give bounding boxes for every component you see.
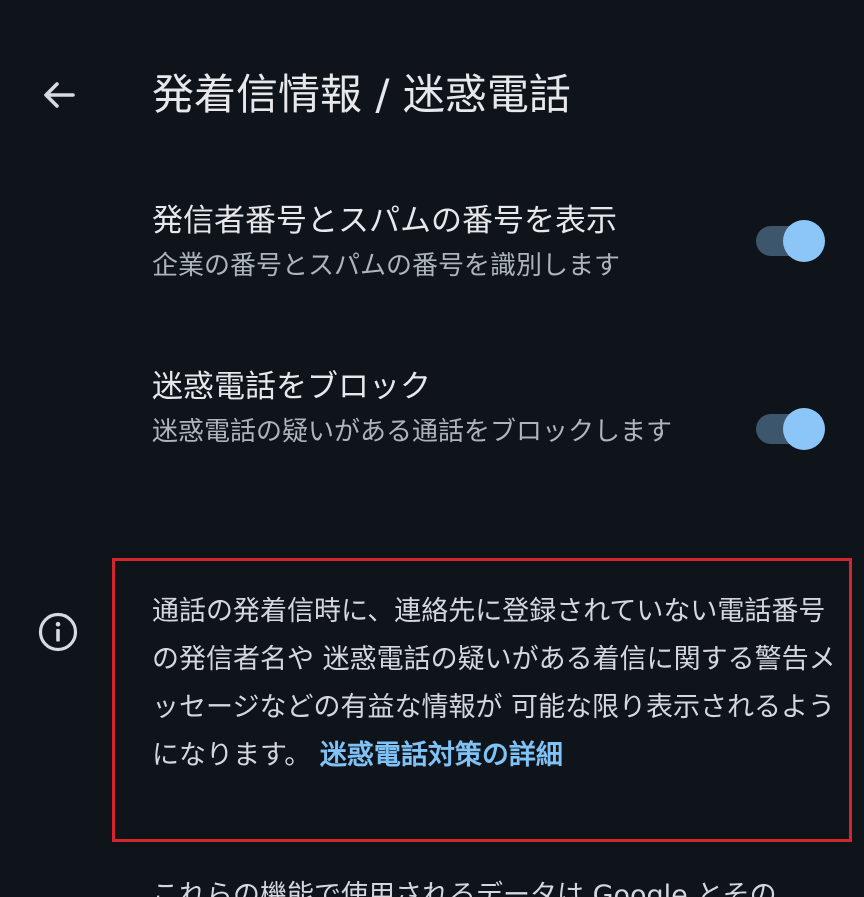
info-icon (38, 612, 78, 652)
setting-text: 迷惑電話をブロック 迷惑電話の疑いがある通話をブロックします (152, 364, 712, 452)
setting-text: 発信者番号とスパムの番号を表示 企業の番号とスパムの番号を識別します (152, 198, 712, 286)
call-id-spam-settings-screen: 発着信情報 / 迷惑電話 発信者番号とスパムの番号を表示 企業の番号とスパムの番… (0, 0, 864, 897)
page-title: 発着信情報 / 迷惑電話 (152, 70, 571, 119)
spam-protection-details-link[interactable]: 迷惑電話対策の詳細 (320, 740, 563, 771)
caller-id-spam-toggle[interactable] (756, 220, 825, 262)
toggle-thumb (783, 220, 825, 262)
toggle-thumb (783, 408, 825, 450)
setting-subtitle: 企業の番号とスパムの番号を識別します (152, 251, 621, 281)
setting-block-spam-calls[interactable]: 迷惑電話をブロック 迷惑電話の疑いがある通話をブロックします (152, 364, 842, 452)
setting-title: 発信者番号とスパムの番号を表示 (152, 203, 617, 239)
back-button[interactable] (30, 66, 88, 124)
data-usage-notice: これらの機能で使用されるデータは Google とその (152, 880, 777, 897)
setting-caller-id-spam[interactable]: 発信者番号とスパムの番号を表示 企業の番号とスパムの番号を識別します (152, 198, 842, 286)
arrow-left-icon (44, 82, 75, 108)
setting-subtitle: 迷惑電話の疑いがある通話をブロックします (152, 417, 673, 447)
info-description: 通話の発着信時に、連絡先に登録されていない電話番号の発信者名や 迷惑電話の疑いが… (152, 588, 836, 780)
block-spam-toggle[interactable] (756, 408, 825, 450)
setting-title: 迷惑電話をブロック (152, 369, 431, 405)
